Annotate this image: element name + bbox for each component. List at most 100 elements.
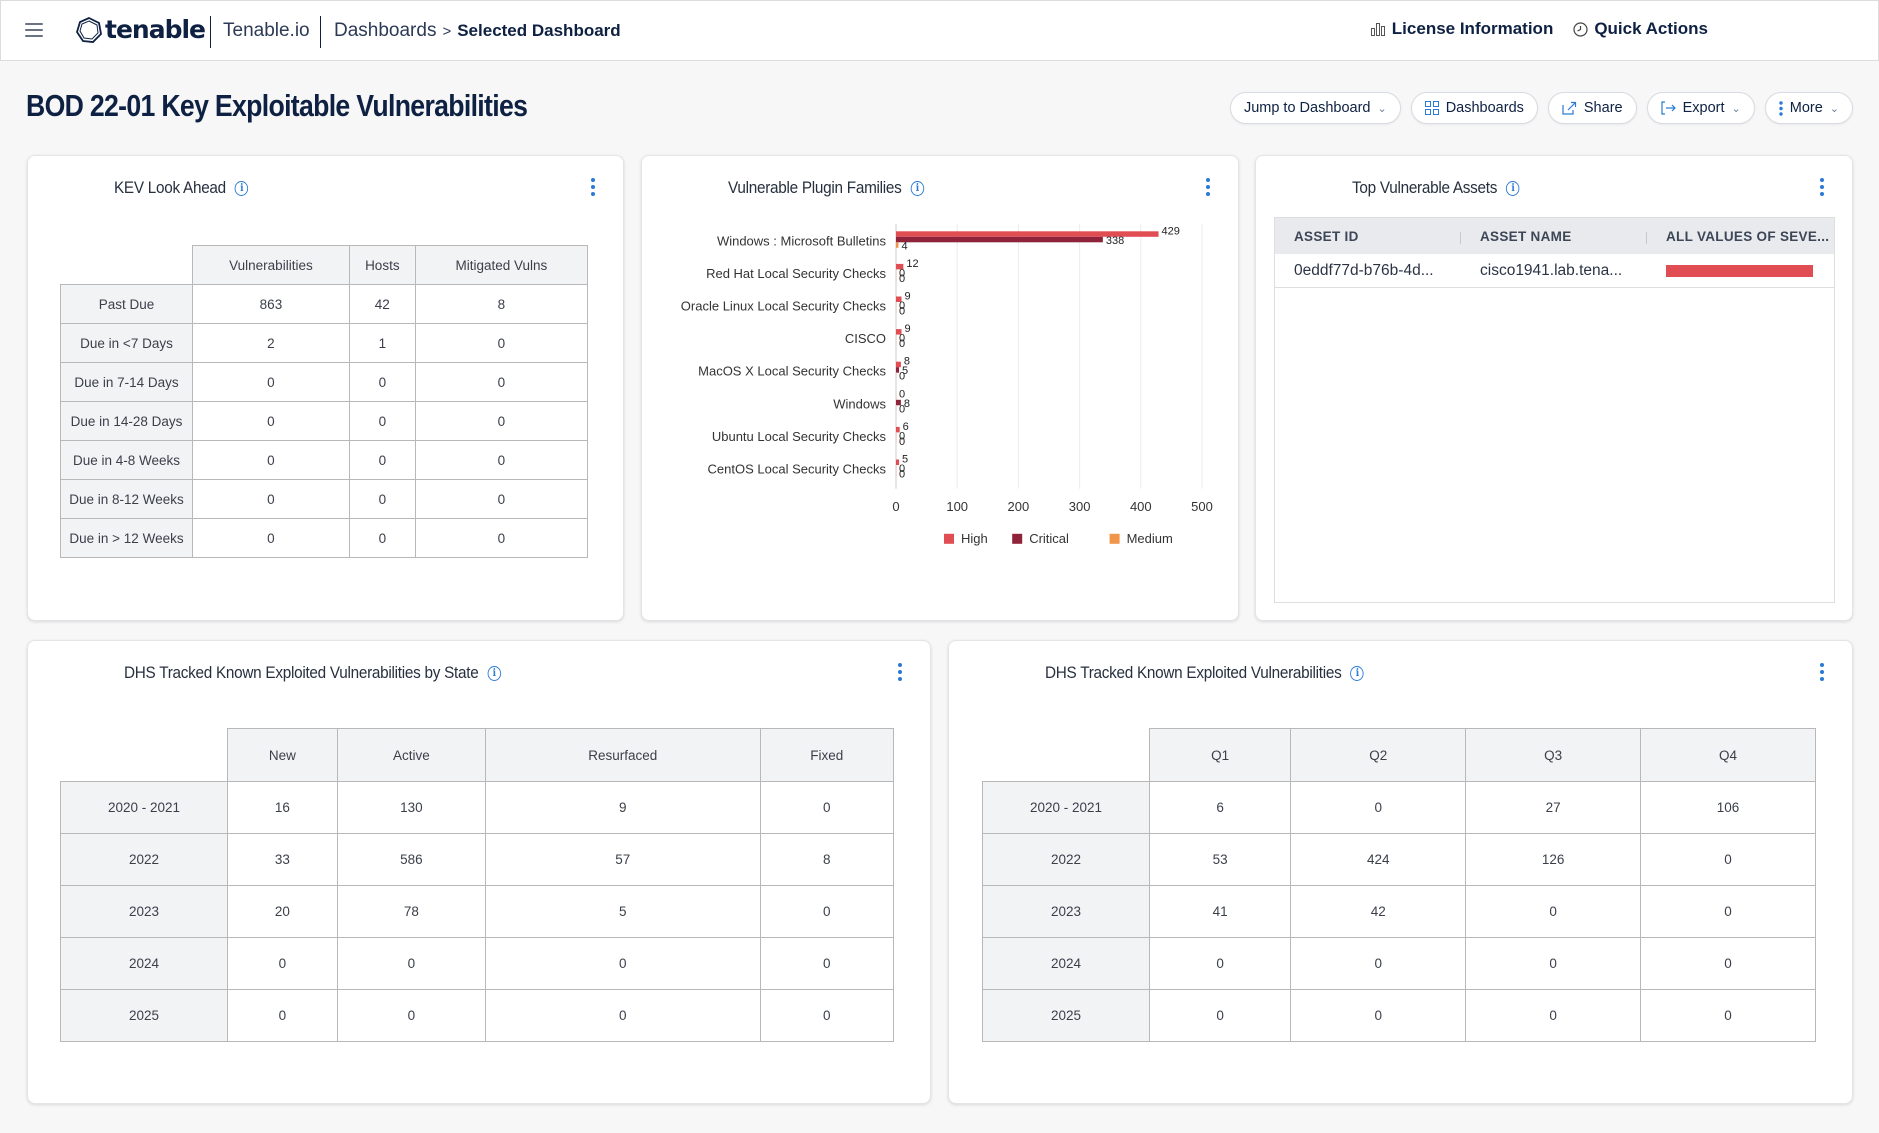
table-row: 2025 0 0 0 0 — [982, 989, 1816, 1042]
more-button[interactable]: More ⌄ — [1764, 92, 1853, 124]
x-tick-label: 400 — [1130, 499, 1152, 514]
table-cell: 0 — [1465, 885, 1642, 938]
column-header: Resurfaced — [484, 728, 761, 782]
column-header-asset-id[interactable]: ASSET ID — [1275, 229, 1461, 244]
row-header: 2022 — [60, 833, 228, 886]
quick-actions-link[interactable]: Quick Actions — [1573, 19, 1708, 39]
table-cell: 0 — [1290, 989, 1467, 1042]
table-cell: 0 — [414, 362, 589, 402]
card-menu-kebab-icon[interactable] — [1819, 663, 1825, 681]
table-cell: 0 — [1148, 937, 1292, 990]
column-header: Active — [336, 728, 486, 782]
info-icon[interactable]: i — [1350, 665, 1365, 681]
table-cell: 0 — [414, 440, 589, 480]
table-row[interactable]: 0eddf77d-b76b-4d... cisco1941.lab.tena..… — [1275, 254, 1834, 288]
legend-label-medium: Medium — [1127, 531, 1173, 546]
divider — [320, 16, 321, 48]
kev-by-state-table: New Active Resurfaced Fixed 2020 - 2021 1… — [60, 728, 895, 1042]
table-row: Due in > 12 Weeks 0 0 0 — [60, 518, 589, 558]
dashboards-button[interactable]: Dashboards — [1410, 92, 1538, 124]
category-label: CentOS Local Security Checks — [708, 462, 887, 477]
table-cell: 0 — [1465, 937, 1642, 990]
info-icon[interactable]: i — [487, 665, 501, 681]
table-cell: 6 — [1148, 781, 1292, 834]
table-cell: 0 — [348, 401, 416, 441]
row-header: 2023 — [60, 885, 228, 938]
plugin-families-chart: 0 100 200 300 400 500Windows : Microsoft Bull… — [681, 224, 1213, 546]
table-cell: 0 — [414, 479, 589, 519]
table-cell: 0 — [192, 440, 350, 480]
tenable-logo[interactable]: tenable — [75, 15, 206, 44]
table-cell: 5 — [484, 885, 761, 938]
card-menu-kebab-icon[interactable] — [1819, 178, 1825, 196]
legend-swatch-critical — [1012, 533, 1023, 544]
card-menu-kebab-icon[interactable] — [897, 663, 903, 681]
table-cell: 42 — [1290, 885, 1467, 938]
row-header: 2025 — [60, 989, 228, 1042]
bar-critical — [896, 432, 897, 438]
table-cell: 0 — [1465, 989, 1642, 1042]
bar-medium — [896, 405, 897, 411]
row-header: Due in <7 Days — [60, 323, 193, 363]
export-button[interactable]: Export ⌄ — [1646, 92, 1755, 124]
table-cell: 106 — [1640, 781, 1816, 834]
bar-high — [896, 394, 897, 400]
row-header: 2022 — [982, 833, 1150, 886]
column-header-severity[interactable]: ALL VALUES OF SEVE... — [1647, 229, 1833, 244]
bar-critical — [896, 465, 897, 471]
bar-medium — [896, 372, 897, 379]
table-cell: 863 — [192, 284, 350, 324]
column-header: Q3 — [1465, 728, 1642, 782]
table-cell: 0 — [192, 362, 350, 402]
info-icon[interactable]: i — [1506, 180, 1520, 196]
category-label: Windows : Microsoft Bulletins — [717, 233, 887, 248]
license-information-link[interactable]: License Information — [1370, 19, 1553, 39]
share-button[interactable]: Share — [1547, 92, 1637, 124]
menu-icon[interactable] — [25, 23, 43, 37]
grid-icon — [1424, 101, 1439, 115]
table-cell: 0 — [348, 479, 416, 519]
table-cell: 0 — [227, 989, 338, 1042]
severity-cell — [1647, 264, 1833, 277]
table-cell: 0 — [336, 989, 486, 1042]
data-label: 0 — [899, 273, 905, 285]
row-header: 2025 — [982, 989, 1150, 1042]
table-cell: 0 — [484, 937, 761, 990]
chevron-down-icon: ⌄ — [1731, 102, 1741, 115]
column-header-asset-name[interactable]: ASSET NAME — [1461, 229, 1647, 244]
bar-medium — [896, 274, 897, 281]
card-menu-kebab-icon[interactable] — [590, 178, 596, 196]
table-cell: 41 — [1148, 885, 1292, 938]
row-header: 2023 — [982, 885, 1150, 938]
table-cell: 0 — [759, 885, 895, 938]
table-row: 2020 - 2021 16 130 9 0 — [60, 781, 895, 834]
bar-chart-icon — [1370, 22, 1385, 36]
row-header: Due in 7-14 Days — [60, 362, 193, 402]
clock-icon — [1573, 21, 1588, 37]
table-cell: 424 — [1290, 833, 1467, 886]
breadcrumb-dashboards[interactable]: Dashboards — [334, 20, 436, 42]
table-cell: 0 — [484, 989, 761, 1042]
row-header: Due in > 12 Weeks — [60, 518, 193, 558]
card-title: Vulnerable Plugin Families i — [728, 178, 925, 198]
info-icon[interactable]: i — [910, 180, 925, 196]
card-title: DHS Tracked Known Exploited Vulnerabilit… — [124, 663, 501, 683]
row-header: Past Due — [60, 284, 193, 324]
card-title: KEV Look Ahead i — [114, 178, 249, 198]
jump-to-dashboard-button[interactable]: Jump to Dashboard ⌄ — [1229, 92, 1401, 124]
data-label: 0 — [899, 403, 905, 415]
card-title: Top Vulnerable Assets i — [1352, 178, 1520, 198]
table-row: Due in 4-8 Weeks 0 0 0 — [60, 440, 589, 480]
table-cell: 586 — [336, 833, 486, 886]
card-menu-kebab-icon[interactable] — [1205, 178, 1211, 196]
info-icon[interactable]: i — [234, 180, 249, 196]
asset-name[interactable]: cisco1941.lab.tena... — [1461, 262, 1647, 280]
asset-id[interactable]: 0eddf77d-b76b-4d... — [1275, 262, 1461, 280]
table-cell: 0 — [759, 989, 895, 1042]
table-cell: 8 — [414, 284, 589, 324]
table-cell: 0 — [1290, 937, 1467, 990]
kebab-icon — [1779, 100, 1783, 116]
column-header: Q2 — [1290, 728, 1467, 782]
table-cell: 0 — [348, 518, 416, 558]
table-row: Due in 14-28 Days 0 0 0 — [60, 401, 589, 441]
